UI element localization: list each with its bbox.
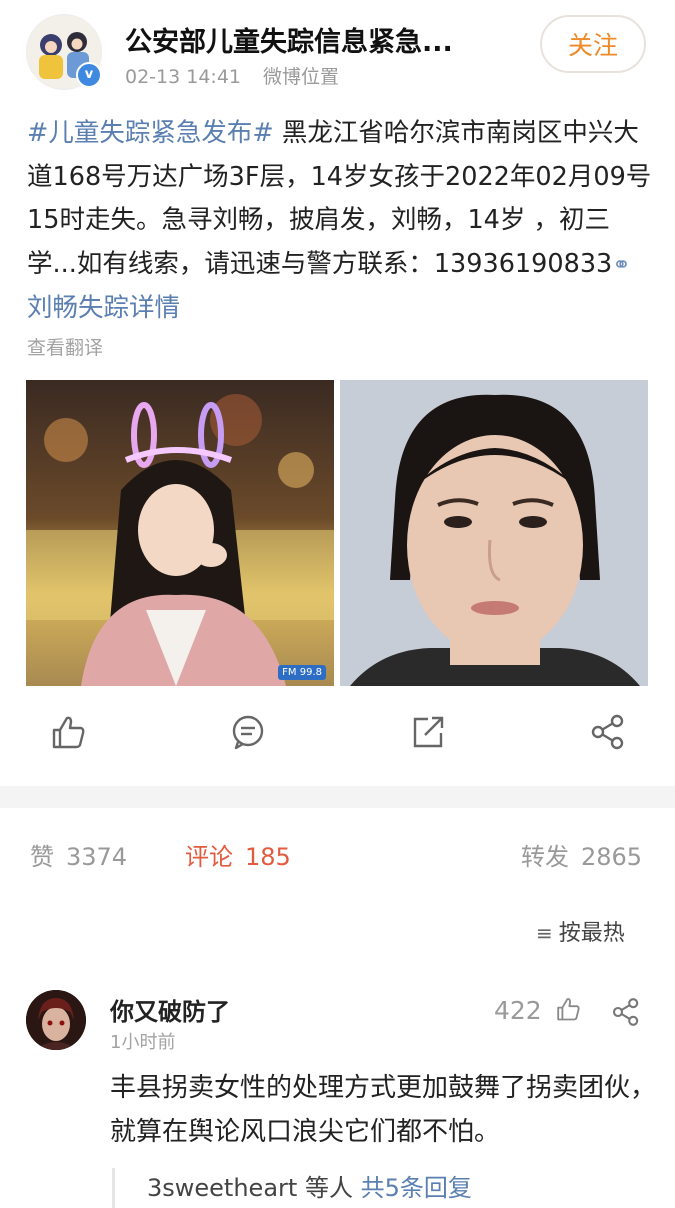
- thumbs-up-icon[interactable]: [48, 712, 88, 752]
- thumbs-up-icon: [556, 998, 580, 1021]
- comment-replies-preview[interactable]: 3sweetheart 等人 共5条回复: [112, 1168, 652, 1208]
- post-hashtag[interactable]: #儿童失踪紧急发布#: [27, 118, 274, 148]
- comment-time: 1小时前: [110, 1032, 176, 1053]
- share-icon[interactable]: [588, 712, 628, 752]
- comment-username[interactable]: 你又破防了: [110, 992, 230, 1027]
- link-icon: ⚭: [612, 252, 631, 278]
- post-timestamp: 02-13 14:41: [125, 66, 242, 88]
- account-avatar[interactable]: v: [26, 14, 102, 90]
- comments-label: 评论: [185, 843, 233, 871]
- comment-icon[interactable]: [228, 712, 268, 752]
- likes-count: 3374: [66, 843, 128, 871]
- reply-mid-text: 等人: [297, 1174, 361, 1202]
- reposts-count: 2865: [581, 843, 643, 871]
- photo-watermark: FM 99.8: [278, 665, 326, 680]
- photo-2-image: [340, 380, 648, 686]
- account-name[interactable]: 公安部儿童失踪信息紧急...: [125, 20, 453, 59]
- post-photo-1[interactable]: FM 99.8: [26, 380, 334, 686]
- repost-icon[interactable]: [408, 712, 448, 752]
- comments-count: 185: [245, 843, 291, 871]
- sort-icon: ≡: [536, 921, 553, 945]
- post-meta: 02-13 14:41 微博位置: [125, 62, 339, 89]
- comment-avatar-image: [26, 990, 86, 1050]
- comment-like-count: 422: [494, 996, 542, 1025]
- likes-label: 赞: [30, 843, 54, 871]
- stat-comments[interactable]: 评论 185: [185, 837, 291, 872]
- comment-like-button[interactable]: 422: [494, 995, 582, 1025]
- post-location[interactable]: 微博位置: [263, 66, 339, 88]
- reposts-label: 转发: [521, 843, 569, 871]
- post-photo-2[interactable]: [340, 380, 648, 686]
- section-divider: [0, 786, 675, 808]
- translate-link[interactable]: 查看翻译: [27, 333, 103, 360]
- sort-label: 按最热: [558, 921, 625, 946]
- reply-username: 3sweetheart: [147, 1174, 298, 1202]
- post-detail-link[interactable]: 刘畅失踪详情: [27, 293, 180, 323]
- verified-badge-icon: v: [76, 62, 102, 88]
- comment-avatar[interactable]: [26, 990, 86, 1050]
- photo-1-image: [26, 380, 334, 686]
- reply-count-link[interactable]: 共5条回复: [361, 1174, 472, 1202]
- post-action-bar: [0, 712, 675, 762]
- comment-text: 丰县拐卖女性的处理方式更加鼓舞了拐卖团伙，就算在舆论风口浪尖它们都不怕。: [110, 1073, 657, 1147]
- follow-button[interactable]: 关注: [540, 15, 646, 73]
- stat-reposts[interactable]: 转发 2865: [521, 837, 642, 872]
- sort-toggle[interactable]: ≡ 按最热: [536, 915, 625, 947]
- stat-likes[interactable]: 赞 3374: [30, 837, 127, 872]
- comment-share-icon[interactable]: [610, 996, 642, 1028]
- post-text: #儿童失踪紧急发布# 黑龙江省哈尔滨市南岗区中兴大道168号万达广场3F层，14…: [27, 112, 652, 331]
